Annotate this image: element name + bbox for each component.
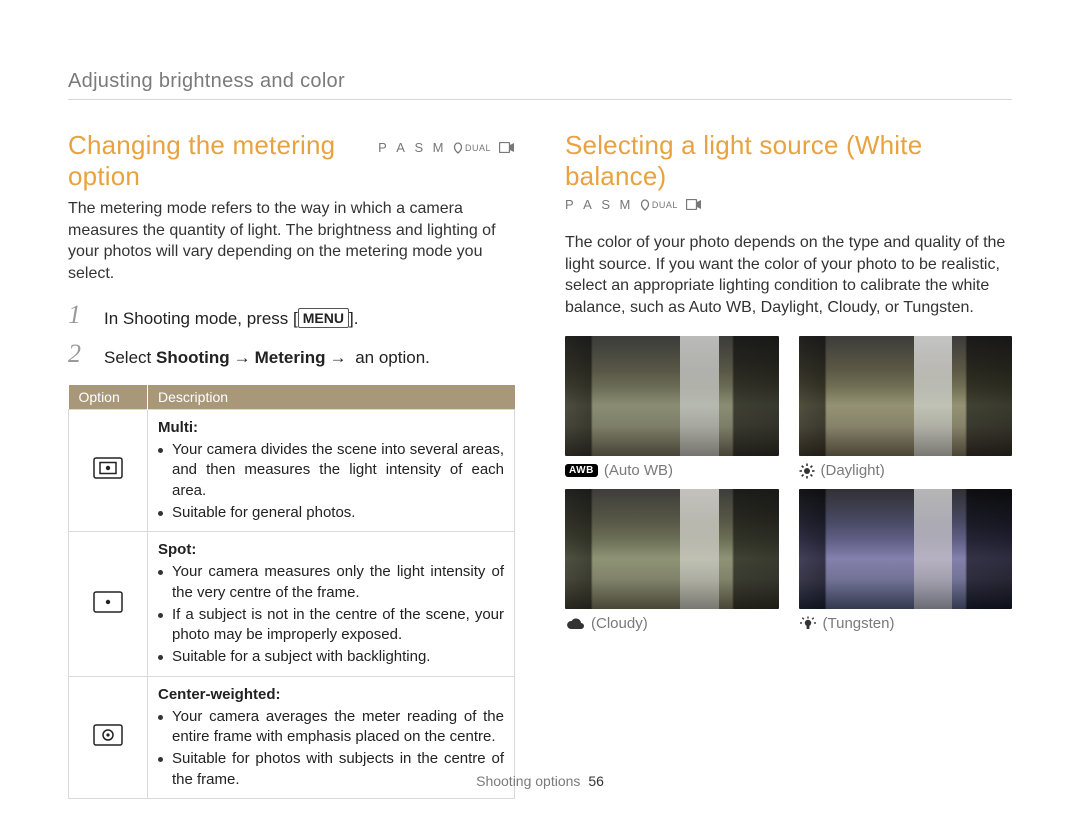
- cloud-icon: [565, 617, 585, 631]
- mode-a: A: [396, 140, 406, 155]
- sample-image: [565, 336, 779, 456]
- wb-sample-grid: AWB (Auto WB) (Daylight) (Cloudy): [565, 336, 1012, 632]
- mode-s: S: [414, 140, 424, 155]
- opt-spot-bullet: Suitable for a subject with backlighting…: [158, 647, 504, 667]
- bulb-icon: [799, 616, 817, 632]
- mode-a: A: [583, 197, 593, 212]
- opt-spot-bullet: If a subject is not in the centre of the…: [158, 605, 504, 646]
- step-1: 1 In Shooting mode, press [MENU].: [68, 302, 515, 332]
- mode-indicator-icons: P A S M DUAL: [565, 197, 702, 212]
- wb-sample-tungsten: (Tungsten): [799, 489, 1013, 632]
- table-row: Spot: Your camera measures only the ligh…: [69, 532, 515, 677]
- step-2-text: Select Shooting→Metering→ an option.: [104, 341, 430, 371]
- breadcrumb: Adjusting brightness and color: [68, 70, 1012, 100]
- menu-button-label: MENU: [298, 308, 349, 328]
- wb-title: Selecting a light source (White balance): [565, 130, 1012, 192]
- footer-section: Shooting options: [476, 773, 580, 789]
- sun-icon: [799, 463, 815, 479]
- mode-m: M: [433, 140, 445, 155]
- metering-title: Changing the metering option: [68, 130, 360, 192]
- wb-sample-auto: AWB (Auto WB): [565, 336, 779, 479]
- movie-icon: [686, 199, 702, 210]
- metering-intro: The metering mode refers to the way in w…: [68, 198, 515, 284]
- metering-title-row: Changing the metering option P A S M DUA…: [68, 130, 515, 192]
- page-footer: Shooting options 56: [0, 773, 1080, 789]
- sample-image: [799, 489, 1013, 609]
- opt-cw-title: Center-weighted:: [158, 685, 504, 705]
- dual-icon: DUAL: [640, 199, 678, 211]
- opt-cw-bullet: Your camera averages the meter reading o…: [158, 707, 504, 748]
- table-row: Multi: Your camera divides the scene int…: [69, 409, 515, 531]
- mode-indicator-icons: P A S M DUAL: [378, 140, 515, 155]
- mode-m: M: [620, 197, 632, 212]
- step-1-num: 1: [68, 302, 90, 332]
- sample-label: (Tungsten): [823, 615, 895, 632]
- wb-sample-cloudy: (Cloudy): [565, 489, 779, 632]
- wb-intro: The color of your photo depends on the t…: [565, 232, 1012, 318]
- opt-multi-bullet: Your camera divides the scene into sever…: [158, 440, 504, 501]
- mode-p: P: [565, 197, 575, 212]
- footer-page-number: 56: [588, 773, 604, 789]
- th-description: Description: [148, 385, 515, 410]
- left-column: Changing the metering option P A S M DUA…: [68, 130, 515, 799]
- sample-label: (Daylight): [821, 462, 885, 479]
- sample-label: (Cloudy): [591, 615, 648, 632]
- mode-p: P: [378, 140, 388, 155]
- sample-image: [799, 336, 1013, 456]
- opt-multi-title: Multi:: [158, 418, 504, 438]
- opt-multi-bullet: Suitable for general photos.: [158, 503, 504, 523]
- opt-spot-title: Spot:: [158, 540, 504, 560]
- right-column: Selecting a light source (White balance)…: [565, 130, 1012, 799]
- awb-icon: AWB: [565, 464, 598, 477]
- multi-metering-icon: [69, 409, 148, 531]
- th-option: Option: [69, 385, 148, 410]
- wb-sample-daylight: (Daylight): [799, 336, 1013, 479]
- mode-s: S: [601, 197, 611, 212]
- sample-image: [565, 489, 779, 609]
- step-2: 2 Select Shooting→Metering→ an option.: [68, 341, 515, 371]
- spot-metering-icon: [69, 532, 148, 677]
- dual-icon: DUAL: [453, 142, 491, 154]
- movie-icon: [499, 142, 515, 153]
- step-2-num: 2: [68, 341, 90, 371]
- sample-label: (Auto WB): [604, 462, 673, 479]
- step-1-text: In Shooting mode, press [MENU].: [104, 302, 358, 332]
- opt-spot-bullet: Your camera measures only the light inte…: [158, 562, 504, 603]
- metering-options-table: Option Description Multi: Your camera di…: [68, 385, 515, 799]
